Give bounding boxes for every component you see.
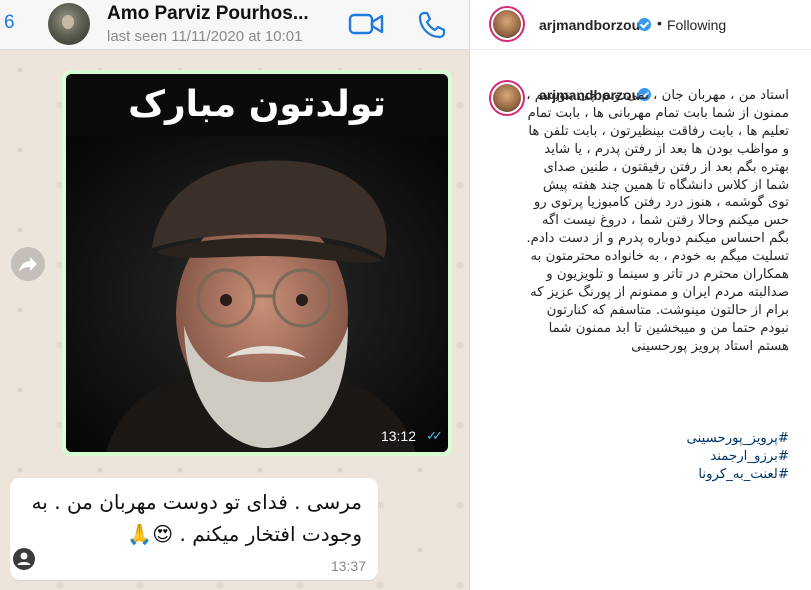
caption-author-avatar[interactable] <box>489 80 525 116</box>
last-seen-status: last seen 11/11/2020 at 10:01 <box>107 28 303 45</box>
instagram-post-panel: arjmandborzou • Following arjmandborzou … <box>471 0 811 590</box>
message-text: مرسی . فدای تو دوست مهربان من . به وجودت… <box>31 490 362 546</box>
hashtag-link[interactable]: #لعنت_به_کرونا <box>523 466 789 484</box>
screenshot-composite: 6 Amo Parviz Pourhos... last seen 11/11/… <box>0 0 811 590</box>
hashtag-link[interactable]: #برزو_ارجمند <box>523 448 789 466</box>
back-unread-count[interactable]: 6 <box>4 12 15 34</box>
birthday-image[interactable]: تولدتون مبارک عالیجناب <box>66 74 448 452</box>
chat-header: 6 Amo Parviz Pourhos... last seen 11/11/… <box>0 0 469 50</box>
text-message-bubble[interactable]: مرسی . فدای تو دوست مهربان من . به وجودت… <box>10 478 378 580</box>
text-message-time: 13:37 <box>330 558 366 574</box>
verified-badge-icon <box>638 18 651 31</box>
author-avatar[interactable] <box>489 6 525 42</box>
video-camera-icon[interactable] <box>348 12 384 36</box>
post-caption: استاد من ، مهربان جان ، نمی‌دونم چی بنوی… <box>526 88 789 354</box>
author-username[interactable]: arjmandborzou <box>539 17 640 33</box>
portrait-photo <box>66 136 448 452</box>
hashtag-link[interactable]: #پرویز_پورحسینی <box>523 430 789 448</box>
post-header: arjmandborzou • Following <box>471 0 811 50</box>
following-button[interactable]: Following <box>667 17 726 33</box>
person-icon[interactable] <box>13 548 35 570</box>
forward-icon[interactable] <box>11 247 45 281</box>
image-message-bubble[interactable]: تولدتون مبارک عالیجناب <box>62 70 452 456</box>
hashtag-list: #پرویز_پورحسینی #برزو_ارجمند #لعنت_به_کر… <box>523 430 789 484</box>
image-banner-text: تولدتون مبارک عالیجناب <box>66 74 448 187</box>
contact-name[interactable]: Amo Parviz Pourhos... <box>107 3 309 25</box>
contact-avatar[interactable] <box>48 3 90 45</box>
chat-panel: 6 Amo Parviz Pourhos... last seen 11/11/… <box>0 0 470 590</box>
read-receipt-icon: ✓✓ <box>426 428 443 443</box>
phone-icon[interactable] <box>417 10 447 40</box>
separator-dot: • <box>657 15 662 31</box>
image-message-time: 13:12 <box>380 428 416 444</box>
